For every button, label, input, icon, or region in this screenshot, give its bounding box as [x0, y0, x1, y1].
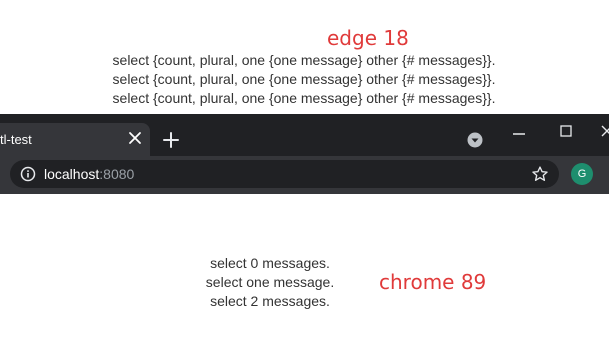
url-host: localhost: [44, 166, 100, 182]
maximize-icon[interactable]: [560, 124, 572, 137]
chrome-output: select 0 messages. select one message. s…: [170, 254, 370, 311]
browser-tab[interactable]: tl-test: [0, 123, 150, 156]
minimize-icon[interactable]: [512, 127, 526, 141]
star-icon[interactable]: [531, 165, 549, 183]
browser-window-chrome: tl-test localhost:8080 G: [0, 114, 609, 194]
chrome-output-line: select one message.: [205, 274, 335, 290]
chrome-version-label: chrome 89: [379, 270, 487, 294]
url-port: :8080: [99, 166, 135, 182]
window-close-icon[interactable]: [601, 124, 609, 137]
edge-output: select {count, plural, one {one message}…: [90, 51, 518, 108]
chrome-output-line: select 2 messages.: [210, 293, 330, 309]
url-text: localhost:8080: [44, 166, 134, 182]
edge-output-line: select {count, plural, one {one message}…: [112, 71, 496, 87]
edge-version-label: edge 18: [327, 26, 409, 50]
chrome-output-line: select 0 messages.: [210, 255, 330, 271]
close-icon[interactable]: [127, 130, 143, 146]
chevron-down-icon[interactable]: [467, 132, 483, 148]
info-icon[interactable]: [20, 166, 36, 182]
tab-title: tl-test: [0, 132, 32, 147]
address-bar[interactable]: localhost:8080: [10, 160, 559, 188]
plus-icon[interactable]: [160, 129, 182, 151]
avatar[interactable]: G: [571, 163, 593, 185]
edge-output-line: select {count, plural, one {one message}…: [112, 90, 496, 106]
browser-toolbar: localhost:8080 G: [0, 156, 609, 194]
edge-output-line: select {count, plural, one {one message}…: [112, 52, 496, 68]
